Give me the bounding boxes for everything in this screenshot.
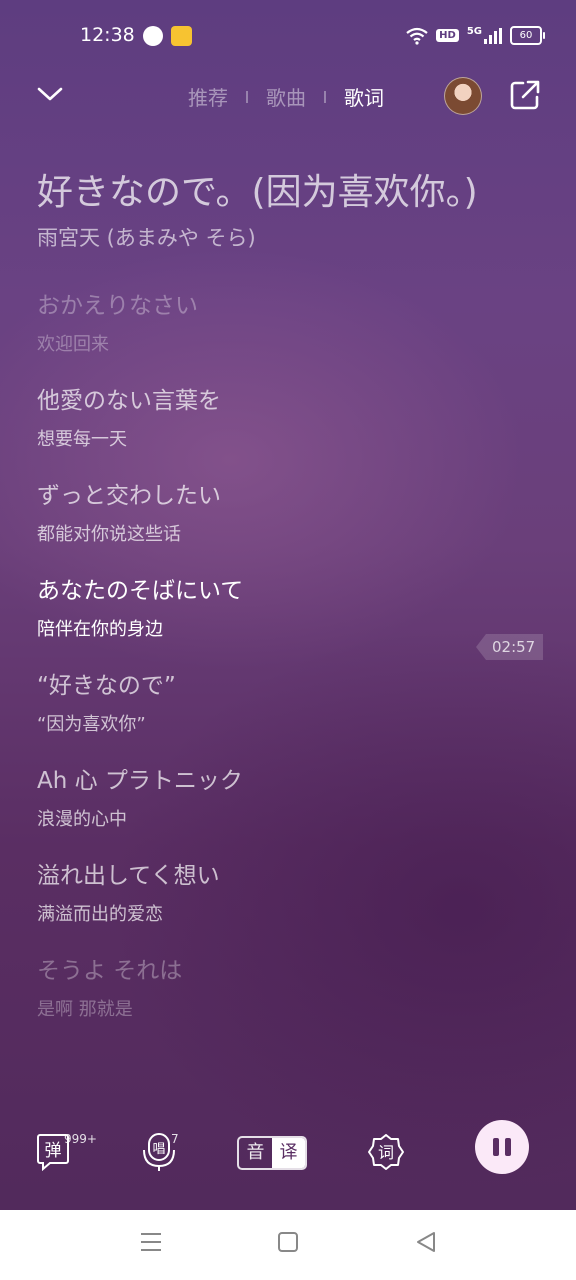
share-icon[interactable]: [508, 78, 542, 112]
lyric-line[interactable]: 溢れ出してく想い 满溢而出的爱恋: [37, 856, 537, 951]
lyric-translation: 想要每一天: [37, 429, 127, 450]
player-header: 推荐 歌曲 歌词: [0, 72, 576, 120]
lyric-original: Ah 心 プラトニック: [37, 768, 243, 794]
notification-app-icon: [143, 26, 163, 46]
signal-icon: [484, 27, 502, 44]
sing-count-badge: 7: [171, 1132, 179, 1146]
wifi-icon: [406, 27, 428, 45]
player-tabs: 推荐 歌曲 歌词: [188, 82, 384, 111]
lyric-translation: 满溢而出的爱恋: [37, 904, 163, 925]
original-sound-option[interactable]: 音: [239, 1138, 272, 1168]
lyric-original: そうよ それは: [37, 958, 183, 984]
network-type: 5G: [466, 26, 482, 37]
hd-badge: HD: [436, 29, 459, 42]
song-artist[interactable]: 雨宮天 (あまみや そら): [37, 222, 256, 252]
seek-time-tag[interactable]: 02:57: [476, 634, 544, 660]
pause-button[interactable]: [475, 1120, 529, 1174]
status-time: 12:38: [80, 24, 135, 46]
lyrics-list[interactable]: おかえりなさい 欢迎回来 他愛のない言葉を 想要每一天 ずっと交わしたい 都能对…: [37, 286, 537, 1046]
danmaku-label: 弹: [45, 1141, 62, 1161]
tab-lyrics[interactable]: 歌词: [344, 82, 384, 111]
menu-icon[interactable]: [139, 1230, 163, 1254]
lyrics-screen: 12:38 HD 5G 60 推荐 歌曲 歌词 好きなので。(因为喜欢你。) 雨…: [0, 0, 576, 1210]
lyric-original: あなたのそばにいて: [37, 578, 244, 604]
lyric-translation: 陪伴在你的身边: [37, 619, 163, 640]
song-title: 好きなので。(因为喜欢你。): [37, 172, 478, 213]
lyric-style-icon[interactable]: 词: [368, 1134, 404, 1170]
lyric-translation: 欢迎回来: [37, 334, 109, 355]
lyric-translation: 浪漫的心中: [37, 809, 127, 830]
lyric-original: “好きなので”: [37, 673, 176, 699]
lyric-style-label: 词: [378, 1143, 394, 1162]
tab-divider: [324, 90, 326, 103]
lyric-translation: 都能对你说这些话: [37, 524, 181, 545]
pause-icon: [493, 1138, 499, 1156]
lyric-line[interactable]: ずっと交わしたい 都能对你说这些话: [37, 476, 537, 571]
tab-song[interactable]: 歌曲: [266, 82, 306, 111]
avatar[interactable]: [444, 77, 482, 115]
weibo-icon: [171, 26, 192, 46]
lyric-line[interactable]: Ah 心 プラトニック 浪漫的心中: [37, 761, 537, 856]
lyric-line[interactable]: そうよ それは 是啊 那就是: [37, 951, 537, 1046]
lyric-line[interactable]: “好きなので” “因为喜欢你”: [37, 666, 537, 761]
lyric-line-current[interactable]: あなたのそばにいて 陪伴在你的身边: [37, 571, 537, 666]
translation-option[interactable]: 译: [272, 1138, 305, 1168]
status-bar: 12:38 HD 5G 60: [0, 0, 576, 72]
lyric-translation: “因为喜欢你”: [37, 714, 146, 735]
home-icon[interactable]: [276, 1230, 300, 1254]
sing-label: 唱: [152, 1142, 165, 1157]
pause-icon: [505, 1138, 511, 1156]
lyric-translation: 是啊 那就是: [37, 999, 133, 1020]
lyric-original: ずっと交わしたい: [37, 483, 221, 509]
chevron-down-icon[interactable]: [34, 78, 66, 110]
status-indicators: HD 5G 60: [406, 26, 545, 45]
danmaku-count-badge: 999+: [64, 1132, 97, 1146]
bottom-controls: 弹 999+ 唱 7 音 译 词: [0, 1120, 576, 1192]
translation-toggle[interactable]: 音 译: [237, 1136, 307, 1170]
battery-icon: 60: [510, 26, 545, 45]
tab-recommend[interactable]: 推荐: [188, 82, 228, 111]
lyric-line[interactable]: 他愛のない言葉を 想要每一天: [37, 381, 537, 476]
back-icon[interactable]: [414, 1230, 438, 1254]
lyric-line[interactable]: おかえりなさい 欢迎回来: [37, 286, 537, 381]
system-nav-bar: [0, 1210, 576, 1280]
lyric-original: おかえりなさい: [37, 293, 198, 319]
lyric-original: 他愛のない言葉を: [37, 388, 221, 414]
lyric-original: 溢れ出してく想い: [37, 863, 220, 889]
tab-divider: [246, 90, 248, 103]
